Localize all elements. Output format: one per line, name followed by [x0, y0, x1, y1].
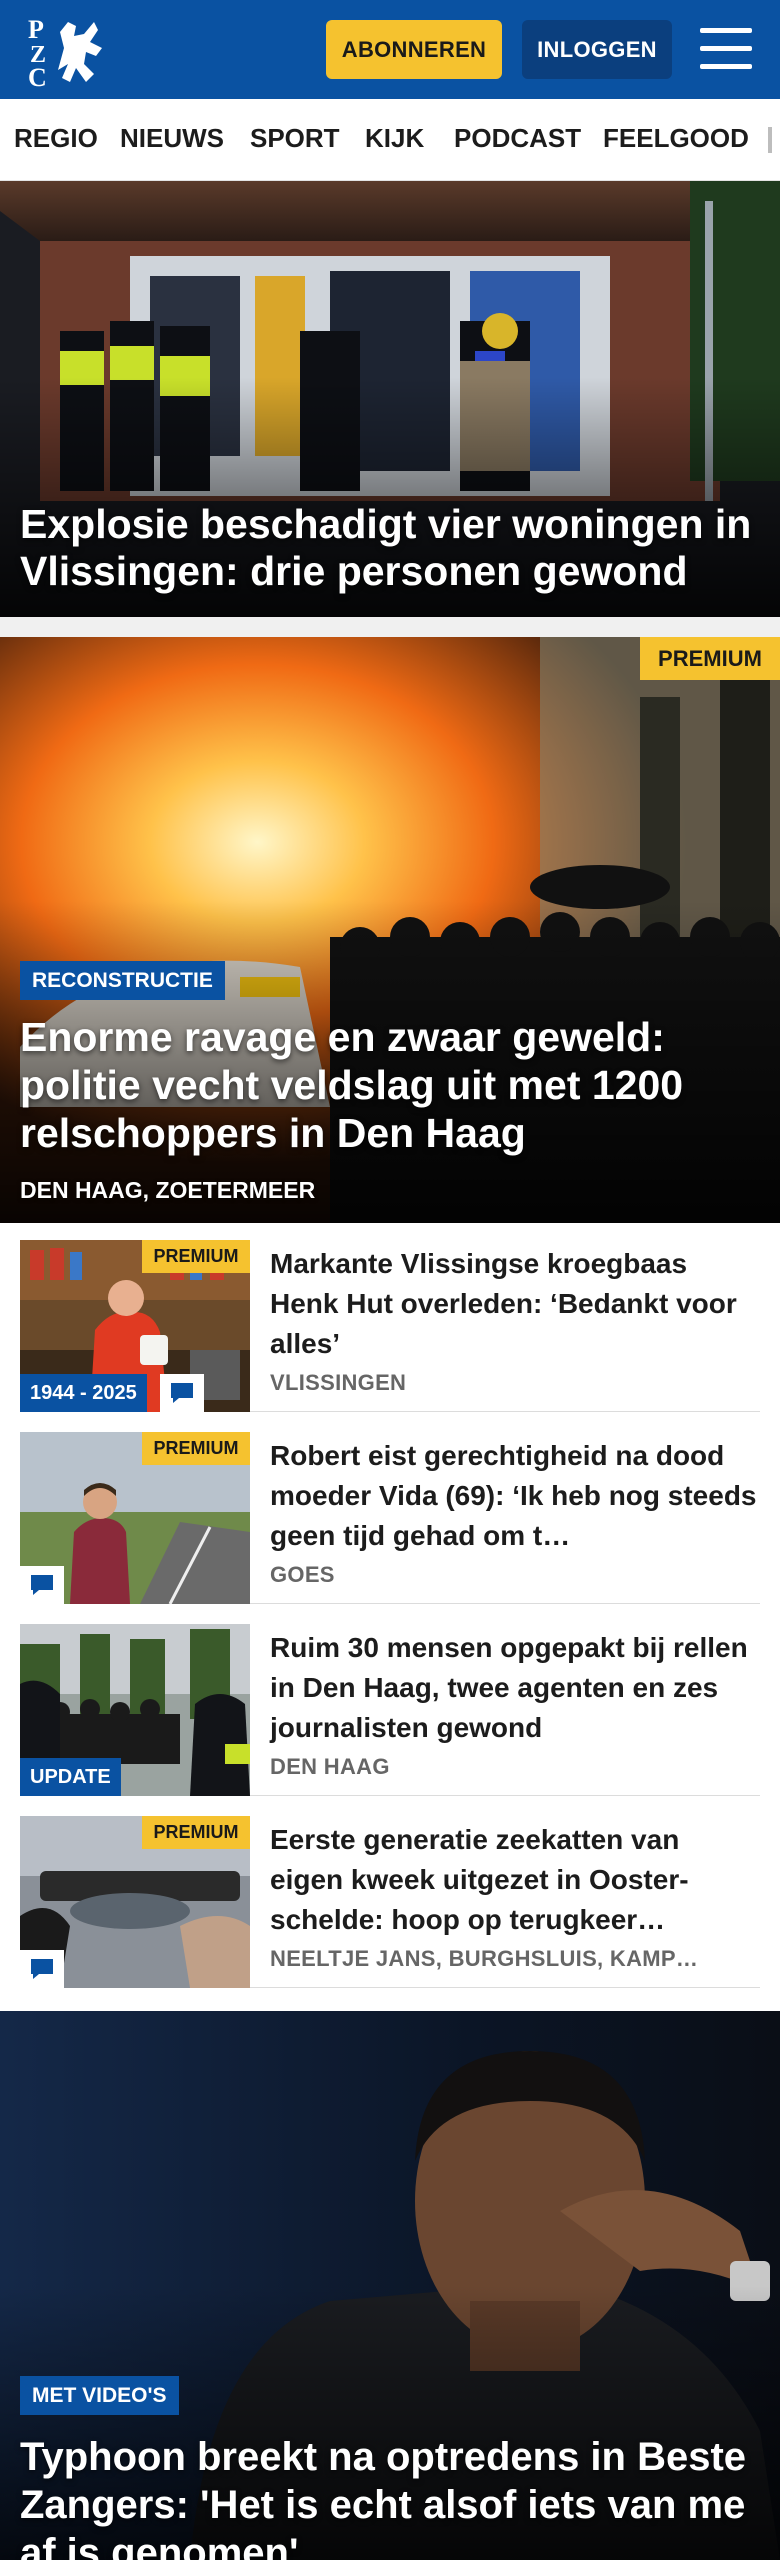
article-location: GOES: [270, 1562, 335, 1587]
update-label: UPDATE: [20, 1758, 121, 1796]
article-title: Markante Vlissingse kroegbaas Henk Hut o…: [270, 1248, 737, 1359]
article-thumbnail: PREMIUM: [20, 1816, 250, 1988]
hero-location: DEN HAAG, ZOETERMEER: [20, 1177, 316, 1203]
premium-badge: PREMIUM: [142, 1240, 250, 1273]
list-item[interactable]: PREMIUM Eerste generatie zeekatten van e…: [20, 1816, 760, 1988]
hero-article-explosion[interactable]: Explosie beschadigt vier woningen in Vli…: [0, 181, 780, 617]
nav-item-kijk[interactable]: KIJK: [365, 123, 424, 154]
nav-item-podcast[interactable]: PODCAST: [454, 123, 581, 154]
comment-icon[interactable]: [160, 1374, 204, 1412]
premium-badge: PREMIUM: [142, 1432, 250, 1465]
comment-icon[interactable]: [20, 1566, 64, 1604]
subscribe-button[interactable]: ABONNEREN: [326, 20, 502, 79]
hamburger-menu-icon[interactable]: [700, 26, 752, 72]
hero-article-typhoon[interactable]: MET VIDEO'S Typhoon breekt na optredens …: [0, 2011, 780, 2560]
list-item[interactable]: PREMIUM 1944 - 2025 Markante Vlissingse …: [20, 1240, 760, 1412]
premium-badge: PREMIUM: [640, 637, 780, 680]
video-label: MET VIDEO'S: [20, 2376, 179, 2415]
list-item[interactable]: UPDATE Ruim 30 mensen opgepakt bij relle…: [20, 1624, 760, 1796]
list-item[interactable]: PREMIUM Robert eist gerechtigheid na doo…: [20, 1432, 760, 1604]
article-thumbnail: UPDATE: [20, 1624, 250, 1796]
article-title: Ruim 30 mensen opgepakt bij rellen in De…: [270, 1632, 748, 1743]
pzc-logo[interactable]: P Z C: [24, 12, 114, 88]
login-button[interactable]: INLOGGEN: [522, 20, 672, 79]
svg-text:C: C: [28, 63, 47, 88]
article-thumbnail: PREMIUM 1944 - 2025: [20, 1240, 250, 1412]
comment-icon[interactable]: [20, 1950, 64, 1988]
hero-title: Enorme ravage en zwaar geweld: politie v…: [20, 1014, 684, 1156]
nav-item-sport[interactable]: SPORT: [250, 123, 340, 154]
svg-text:P: P: [28, 15, 44, 44]
premium-badge: PREMIUM: [142, 1816, 250, 1849]
article-title: Robert eist gerechtigheid na dood moeder…: [270, 1440, 757, 1551]
article-thumbnail: PREMIUM: [20, 1432, 250, 1604]
article-location: DEN HAAG: [270, 1754, 390, 1779]
hero-article-riots[interactable]: PREMIUM RECONSTRUCTIE Enorme ravage en z…: [0, 637, 780, 1223]
article-location: NEELTJE JANS, BURGHSLUIS, KAMP…: [270, 1946, 699, 1971]
nav-overflow-indicator: [768, 127, 772, 153]
top-bar: P Z C ABONNEREN INLOGGEN: [0, 0, 780, 99]
hero-title: Explosie beschadigt vier woningen in Vli…: [20, 501, 752, 594]
article-location: VLISSINGEN: [270, 1370, 407, 1395]
nav-item-feelgood[interactable]: FEELGOOD: [603, 123, 749, 154]
hero-title: Typhoon breekt na optredens in Beste Zan…: [20, 2435, 747, 2560]
category-label: RECONSTRUCTIE: [20, 961, 225, 1000]
section-divider: [0, 617, 780, 637]
nav-item-regio[interactable]: REGIO: [14, 123, 98, 154]
date-range-label: 1944 - 2025: [20, 1374, 147, 1412]
nav-item-nieuws[interactable]: NIEUWS: [120, 123, 224, 154]
article-title: Eerste generatie zeekatten van eigen kwe…: [270, 1824, 689, 1935]
section-nav: REGIO NIEUWS SPORT KIJK PODCAST FEELGOOD: [0, 99, 780, 181]
